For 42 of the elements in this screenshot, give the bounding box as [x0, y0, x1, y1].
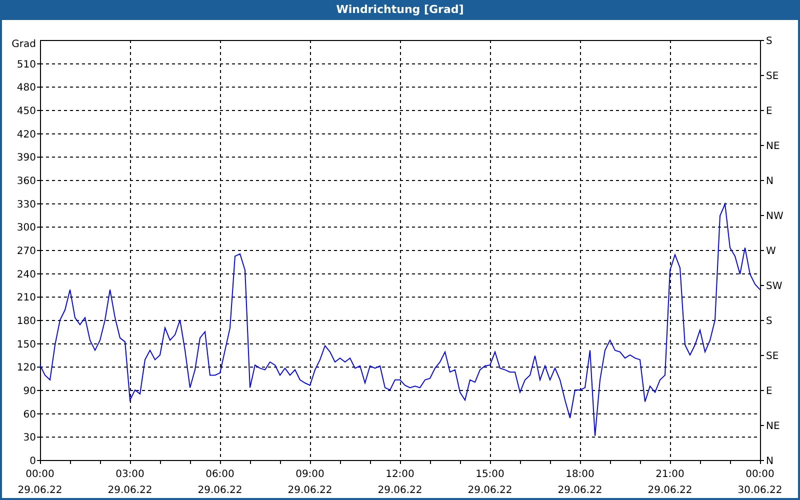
axis-label: W — [766, 246, 776, 257]
axis-label: E — [766, 386, 772, 397]
axis-label: 480 — [16, 82, 36, 94]
window-title: Windrichtung [Grad] — [0, 0, 800, 20]
axis-label: SE — [766, 71, 779, 82]
axis-title: Grad — [12, 39, 36, 50]
axis-label: 60 — [23, 409, 36, 420]
axis-label: 360 — [16, 176, 36, 187]
axis-label: N — [766, 456, 774, 467]
axis-label: 90 — [23, 386, 36, 397]
axis-label: 300 — [16, 222, 36, 234]
axis-label: NE — [766, 421, 780, 432]
axis-label: 210 — [16, 292, 36, 304]
axis-label: 240 — [16, 269, 36, 280]
axis-label: 420 — [16, 129, 36, 140]
axis-label: 00:00 30.06.22 — [738, 469, 782, 496]
axis-label: NW — [766, 211, 784, 222]
axis-label: 06:00 29.06.22 — [198, 469, 242, 496]
axis-label: 18:00 29.06.22 — [558, 469, 602, 496]
axis-label: E — [766, 106, 772, 117]
axis-label: S — [766, 36, 772, 47]
axis-label: 30 — [23, 432, 36, 444]
axis-label: 390 — [16, 152, 36, 164]
axis-label: NE — [766, 141, 780, 152]
axis-label: 330 — [16, 199, 36, 210]
axis-label: N — [766, 176, 774, 187]
axis-label: 09:00 29.06.22 — [288, 469, 332, 496]
axis-label: 12:00 29.06.22 — [378, 469, 422, 496]
axis-label: 510 — [16, 59, 36, 70]
axis-label: SE — [766, 351, 779, 362]
axis-label: 270 — [16, 246, 36, 257]
axis-label: 120 — [16, 362, 36, 374]
axis-label: 03:00 29.06.22 — [108, 469, 152, 496]
axis-label: 21:00 29.06.22 — [648, 469, 692, 496]
axis-label: SW — [766, 281, 782, 292]
axis-label: S — [766, 316, 772, 327]
axis-label: 0 — [30, 456, 36, 467]
axis-label: 150 — [16, 339, 36, 350]
axis-label: 15:00 29.06.22 — [468, 469, 512, 496]
axis-label: 180 — [16, 316, 36, 327]
axis-label: 00:00 29.06.22 — [18, 469, 62, 496]
axis-label: 450 — [16, 106, 36, 117]
